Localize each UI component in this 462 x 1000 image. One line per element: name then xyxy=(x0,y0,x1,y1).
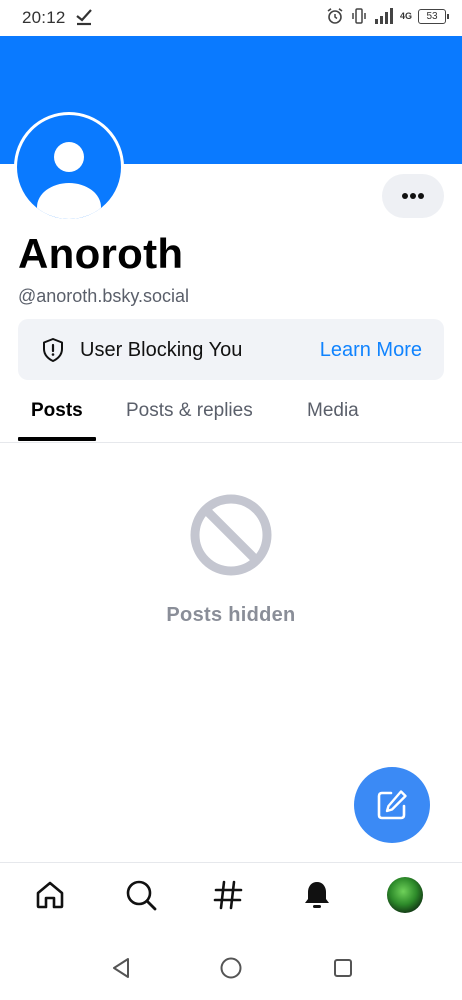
status-bar: 20:12 4G 53 xyxy=(0,0,462,36)
profile-avatar[interactable] xyxy=(14,112,124,222)
vibrate-icon xyxy=(352,8,366,24)
compose-button[interactable] xyxy=(354,767,430,843)
hashtag-icon xyxy=(213,880,243,910)
more-options-button[interactable] xyxy=(382,174,444,218)
alarm-icon xyxy=(327,8,343,24)
download-check-icon xyxy=(76,9,92,26)
status-time: 20:12 xyxy=(22,8,66,27)
no-entry-icon xyxy=(190,494,272,576)
ellipsis-icon xyxy=(402,193,424,199)
blocking-notice: User Blocking You Learn More xyxy=(18,319,444,380)
tab-media[interactable]: Media xyxy=(307,400,359,422)
system-back-button[interactable] xyxy=(108,955,134,981)
search-icon xyxy=(126,880,157,911)
system-recents-button[interactable] xyxy=(330,955,356,981)
nav-search[interactable] xyxy=(121,875,161,915)
profile-tabs: Posts Posts & replies Media xyxy=(0,380,462,443)
learn-more-link[interactable]: Learn More xyxy=(320,339,422,362)
compose-icon xyxy=(377,790,407,820)
bell-icon xyxy=(305,882,329,908)
system-navigation-bar xyxy=(0,935,462,1000)
tab-posts[interactable]: Posts xyxy=(31,400,83,422)
posts-hidden-text: Posts hidden xyxy=(166,604,296,626)
bottom-navigation xyxy=(0,862,462,927)
battery-indicator: 53 xyxy=(418,8,449,24)
default-user-avatar-icon xyxy=(37,142,101,219)
profile-avatar-icon xyxy=(387,877,423,913)
blocking-notice-label: User Blocking You xyxy=(80,339,243,361)
home-icon xyxy=(36,881,64,909)
nav-feeds[interactable] xyxy=(208,875,248,915)
nav-home[interactable] xyxy=(30,875,70,915)
profile-display-name: Anoroth xyxy=(18,230,184,277)
home-circle-icon xyxy=(220,957,242,979)
status-icons: 4G 53 xyxy=(326,7,449,25)
nav-notifications[interactable] xyxy=(297,875,337,915)
profile-handle: @anoroth.bsky.social xyxy=(18,286,190,306)
nav-profile[interactable] xyxy=(385,875,425,915)
active-tab-indicator xyxy=(18,437,96,441)
shield-icon xyxy=(43,338,63,362)
recents-square-icon xyxy=(334,959,352,977)
back-triangle-icon xyxy=(113,958,129,978)
signal-icon xyxy=(374,8,393,24)
system-home-button[interactable] xyxy=(218,955,244,981)
network-type: 4G xyxy=(399,10,412,21)
tab-posts-and-replies[interactable]: Posts & replies xyxy=(126,400,253,422)
